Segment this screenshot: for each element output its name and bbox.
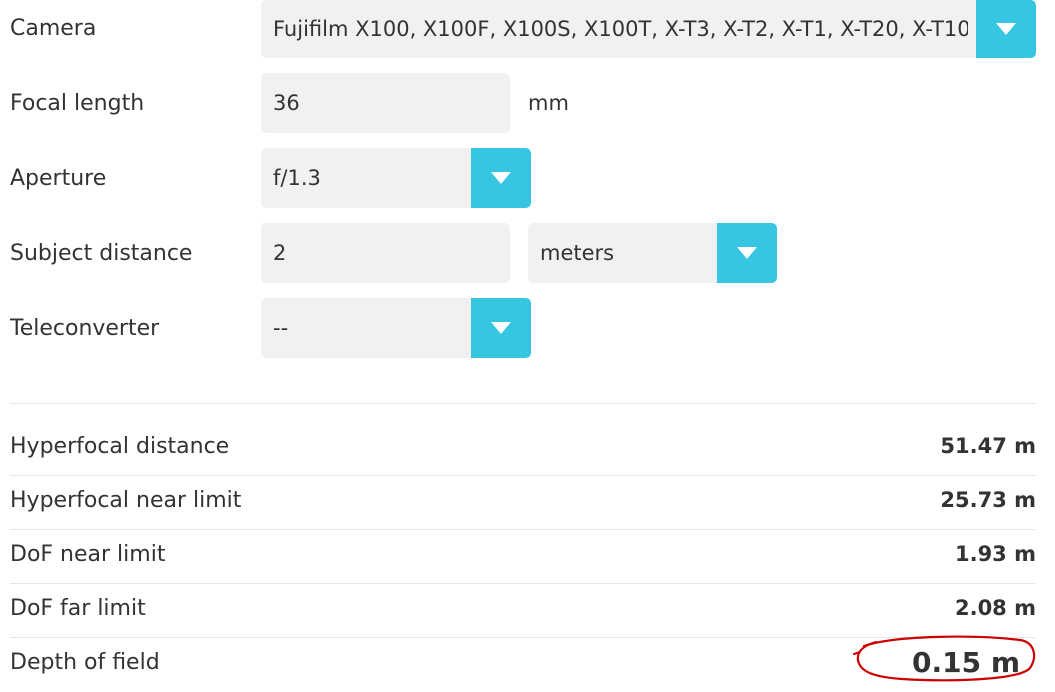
distance-unit-dropdown-button[interactable] <box>717 223 777 283</box>
teleconverter-dropdown-button[interactable] <box>471 298 531 358</box>
focal-length-label: Focal length <box>10 91 145 116</box>
camera-dropdown-button[interactable] <box>976 0 1036 58</box>
dof-far-limit-value: 2.08 m <box>954 596 1036 620</box>
distance-unit-value: meters <box>540 241 615 265</box>
dof-far-limit-label: DoF far limit <box>10 596 146 621</box>
teleconverter-label: Teleconverter <box>10 316 160 341</box>
focal-length-value: 36 <box>273 91 300 115</box>
annotation-circle <box>853 635 1036 682</box>
teleconverter-select-value: -- <box>273 316 289 340</box>
aperture-select-value: f/1.3 <box>273 166 321 190</box>
chevron-down-icon <box>737 247 757 259</box>
subject-distance-label: Subject distance <box>10 241 193 266</box>
result-row-dof-far-limit: DoF far limit 2.08 m <box>10 584 1036 638</box>
focal-length-input[interactable]: 36 <box>261 73 510 133</box>
distance-unit-select[interactable]: meters <box>528 223 777 283</box>
aperture-dropdown-button[interactable] <box>471 148 531 208</box>
teleconverter-select[interactable]: -- <box>261 298 531 358</box>
subject-distance-input[interactable]: 2 <box>261 223 510 283</box>
chevron-down-icon <box>996 23 1016 35</box>
result-row-hyperfocal-near-limit: Hyperfocal near limit 25.73 m <box>10 476 1036 530</box>
aperture-select[interactable]: f/1.3 <box>261 148 531 208</box>
dof-near-limit-value: 1.93 m <box>954 542 1036 566</box>
subject-distance-value: 2 <box>273 241 287 265</box>
camera-select-value: Fujifilm X100, X100F, X100S, X100T, X-T3… <box>273 17 968 41</box>
dof-near-limit-label: DoF near limit <box>10 542 166 567</box>
camera-label: Camera <box>10 16 97 41</box>
hyperfocal-distance-label: Hyperfocal distance <box>10 434 230 459</box>
chevron-down-icon <box>491 322 511 334</box>
focal-length-unit: mm <box>528 91 569 115</box>
aperture-label: Aperture <box>10 166 107 191</box>
depth-of-field-label: Depth of field <box>10 650 160 675</box>
hyperfocal-near-limit-value: 25.73 m <box>940 488 1036 512</box>
camera-select[interactable]: Fujifilm X100, X100F, X100S, X100T, X-T3… <box>261 0 1036 58</box>
section-divider <box>10 403 1036 404</box>
chevron-down-icon <box>491 172 511 184</box>
result-row-hyperfocal-distance: Hyperfocal distance 51.47 m <box>10 422 1036 476</box>
result-row-dof-near-limit: DoF near limit 1.93 m <box>10 530 1036 584</box>
hyperfocal-distance-value: 51.47 m <box>940 434 1036 458</box>
hyperfocal-near-limit-label: Hyperfocal near limit <box>10 488 242 513</box>
